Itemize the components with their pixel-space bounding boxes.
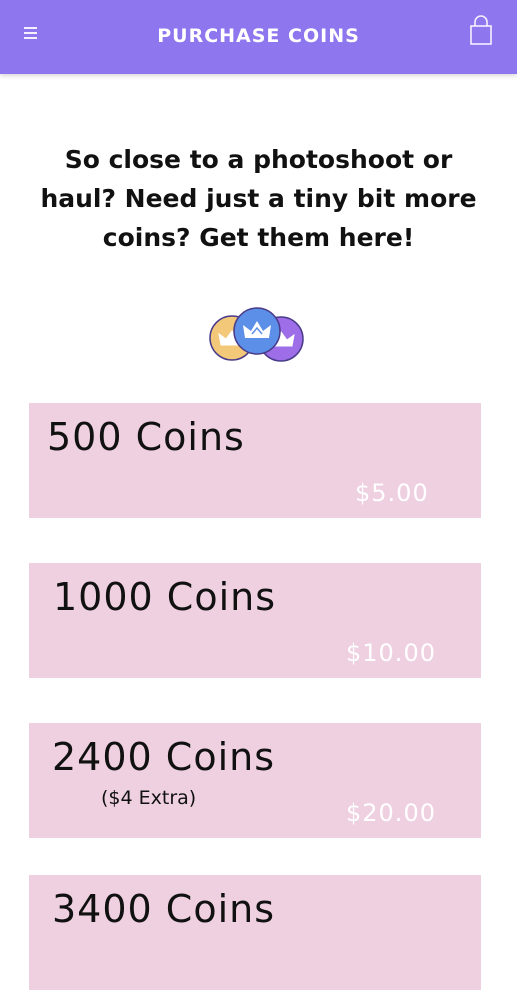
- coin-package-500[interactable]: 500 Coins $5.00: [29, 403, 481, 518]
- package-name: 500 Coins: [47, 415, 245, 459]
- package-price: $20.00: [346, 799, 436, 827]
- cart-button[interactable]: [468, 13, 494, 47]
- coin-package-1000[interactable]: 1000 Coins $10.00: [29, 563, 481, 678]
- coin-package-2400[interactable]: 2400 Coins ($4 Extra) $20.00: [29, 723, 481, 838]
- package-name: 1000 Coins: [53, 575, 277, 619]
- crown-coins-icon: [207, 307, 307, 365]
- package-price: $10.00: [346, 639, 436, 667]
- intro-text: So close to a photoshoot or haul? Need j…: [40, 145, 477, 252]
- coin-package-3400[interactable]: 3400 Coins: [29, 875, 481, 990]
- app-header: PURCHASE COINS: [0, 0, 517, 74]
- package-bonus-note: ($4 Extra): [101, 787, 197, 809]
- package-name: 3400 Coins: [52, 887, 276, 931]
- package-name: 2400 Coins: [52, 735, 276, 779]
- shopping-bag-icon: [470, 15, 492, 45]
- page-title: PURCHASE COINS: [157, 25, 360, 47]
- package-price: $5.00: [355, 479, 429, 507]
